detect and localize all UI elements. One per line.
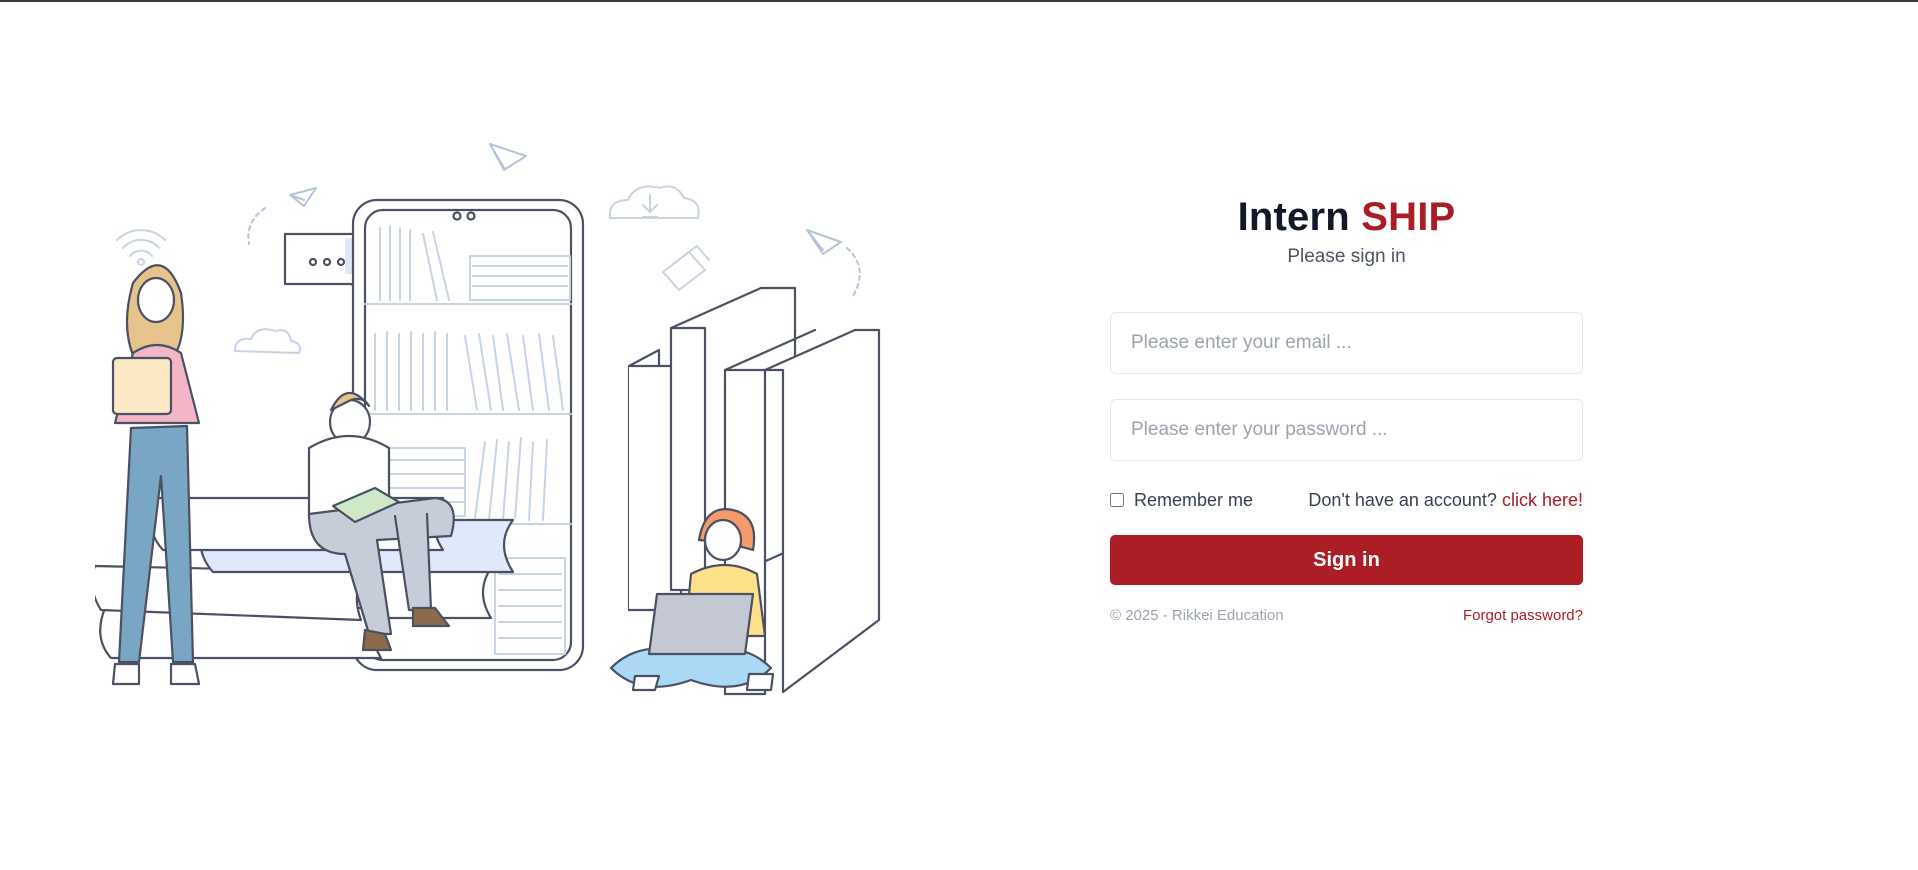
top-border <box>0 0 1918 2</box>
signup-prompt-text: Don't have an account? <box>1308 489 1497 510</box>
signin-panel: Intern SHIP Please sign in Remember me D… <box>1110 190 1583 624</box>
signup-link[interactable]: click here! <box>1502 490 1583 510</box>
email-input[interactable] <box>1110 312 1583 374</box>
forgot-password-link[interactable]: Forgot password? <box>1463 607 1583 624</box>
remember-me[interactable]: Remember me <box>1110 490 1253 511</box>
options-row: Remember me Don't have an account? click… <box>1110 488 1583 512</box>
brand-title: Intern SHIP <box>1110 190 1583 244</box>
password-input[interactable] <box>1110 399 1583 461</box>
students-with-books-illustration <box>95 143 881 696</box>
signup-prompt: Don't have an account? click here! <box>1308 490 1583 511</box>
remember-me-label: Remember me <box>1134 489 1254 510</box>
brand-title-part2: SHIP <box>1361 195 1456 239</box>
sign-in-button[interactable]: Sign in <box>1110 535 1583 585</box>
remember-me-checkbox[interactable] <box>1110 493 1124 507</box>
signin-subtitle: Please sign in <box>1287 246 1406 267</box>
signin-footer: © 2025 - Rikkei Education Forgot passwor… <box>1110 607 1583 624</box>
copyright-text: © 2025 - Rikkei Education <box>1110 607 1284 624</box>
brand-title-part1: Intern <box>1237 195 1350 239</box>
